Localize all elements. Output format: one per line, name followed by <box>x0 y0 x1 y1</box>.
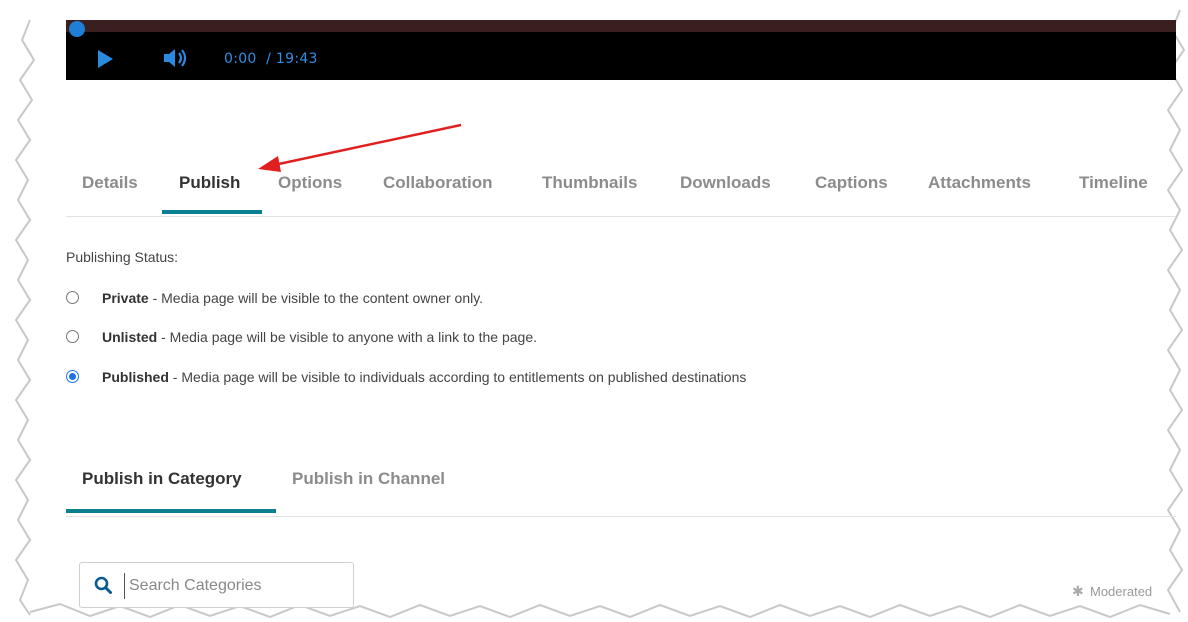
moderated-legend: ✱ Moderated <box>1072 583 1152 600</box>
publishing-status-label: Publishing Status: <box>66 249 179 265</box>
moderated-label: Moderated <box>1090 584 1153 599</box>
active-tab-indicator <box>162 210 262 214</box>
search-input[interactable] <box>124 573 351 599</box>
publish-subtabs: Publish in Category Publish in Channel <box>66 460 1176 517</box>
option-description: - Media page will be visible to anyone w… <box>157 329 538 345</box>
option-title: Published <box>102 369 169 385</box>
option-description: - Media page will be visible to individu… <box>168 369 747 385</box>
active-subtab-indicator <box>66 509 276 513</box>
category-search-box <box>79 562 354 608</box>
asterisk-icon: ✱ <box>1072 583 1084 599</box>
search-icon <box>94 576 112 594</box>
tab-publish-in-category[interactable]: Publish in Category <box>82 469 242 489</box>
radio-button-checked[interactable] <box>66 370 79 383</box>
annotation-arrow <box>258 123 462 172</box>
option-title: Unlisted <box>102 329 158 345</box>
radio-button[interactable] <box>66 291 79 304</box>
media-edit-panel: 0:00 / 19:43 Details Publish Options Col… <box>66 0 1176 622</box>
option-description: - Media page will be visible to the cont… <box>148 290 484 306</box>
option-title: Private <box>102 290 149 306</box>
radio-button[interactable] <box>66 330 79 343</box>
tab-publish-in-channel[interactable]: Publish in Channel <box>292 469 445 489</box>
